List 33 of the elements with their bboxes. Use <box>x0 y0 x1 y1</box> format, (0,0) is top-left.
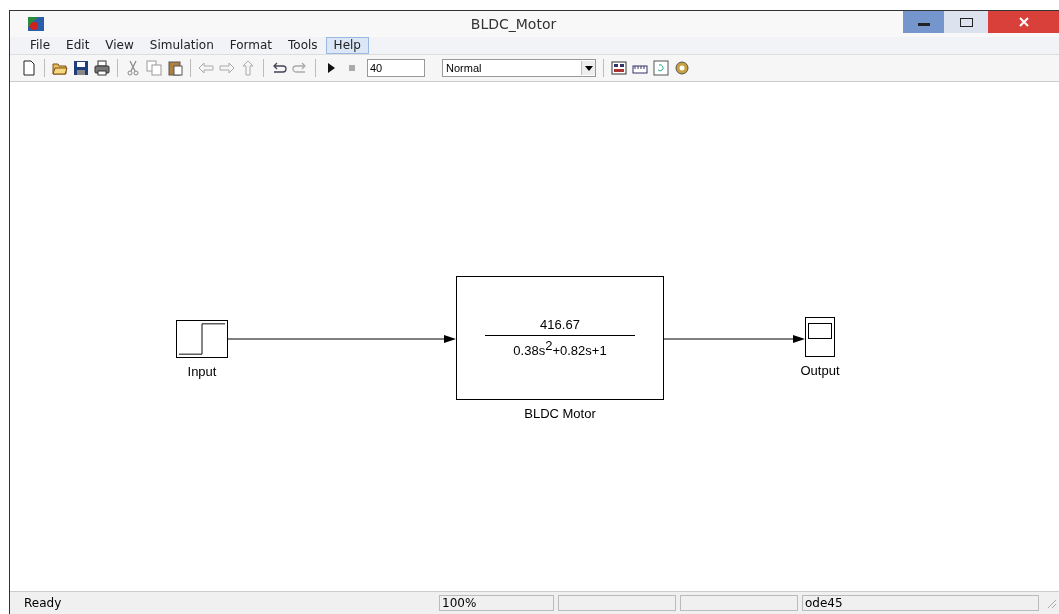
menu-item[interactable]: Format <box>221 37 281 54</box>
new-file-icon[interactable] <box>21 60 37 76</box>
menu-item[interactable]: Tools <box>280 37 326 54</box>
zoom-level: 100% <box>439 595 554 611</box>
close-button[interactable] <box>988 11 1059 33</box>
close-icon <box>1017 16 1030 28</box>
caret-icon <box>584 65 593 71</box>
block-label: Output <box>799 363 841 378</box>
menu-item[interactable]: Simulation <box>141 37 222 54</box>
undo-icon[interactable] <box>271 60 287 76</box>
status-message: Ready <box>23 596 63 610</box>
menu-item[interactable]: Edit <box>58 37 98 54</box>
open-folder-icon[interactable] <box>52 60 68 76</box>
resize-grip[interactable] <box>1045 597 1057 609</box>
save-icon[interactable] <box>73 60 89 76</box>
paste-icon[interactable] <box>167 60 183 76</box>
print-icon[interactable] <box>94 60 110 76</box>
menu-item[interactable]: View <box>97 37 142 54</box>
app-icon <box>28 17 44 31</box>
window-title: BLDC_Motor <box>469 16 558 32</box>
minimize-button[interactable] <box>903 11 944 33</box>
stop-time-field[interactable]: 40 <box>367 59 425 77</box>
menu-item[interactable]: Help <box>325 37 369 54</box>
block-label: BLDC Motor <box>523 406 597 421</box>
simulation-mode-dropdown[interactable]: Normal <box>442 59 596 77</box>
numerator-text: 416.67 <box>485 317 635 337</box>
scope-screen <box>808 323 832 339</box>
block-label: Input <box>186 364 218 379</box>
maximize-button[interactable] <box>944 11 988 33</box>
cut-icon[interactable] <box>125 60 141 76</box>
menu-item[interactable]: File <box>22 37 59 54</box>
step-block <box>176 320 228 358</box>
solver-name: ode45 <box>802 595 1039 611</box>
